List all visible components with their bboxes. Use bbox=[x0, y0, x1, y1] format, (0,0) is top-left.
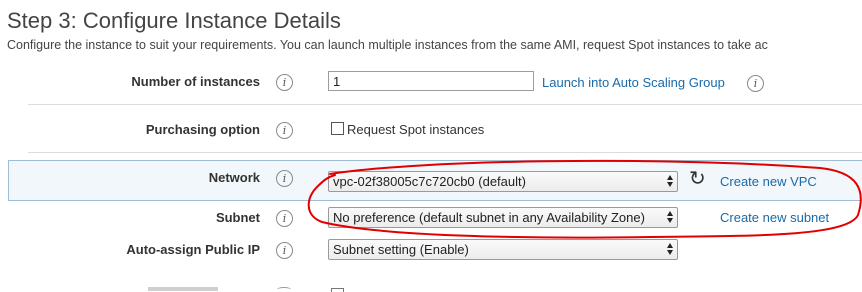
annotation-ellipse bbox=[307, 159, 862, 239]
